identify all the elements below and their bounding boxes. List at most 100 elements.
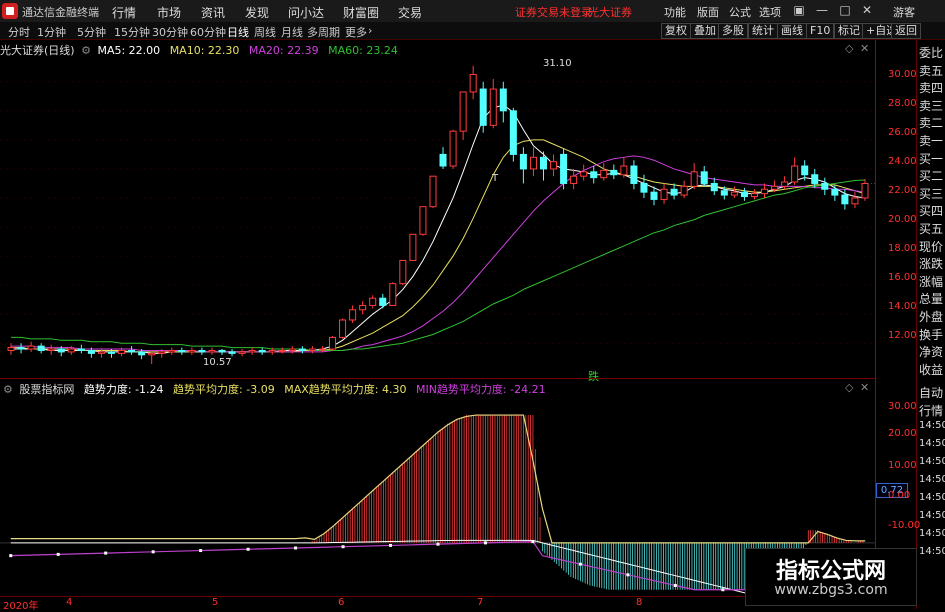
min-trend-dot — [151, 550, 155, 554]
settings-icon[interactable]: ⚙ — [3, 383, 13, 396]
x-label-apr: 4 — [66, 597, 73, 608]
tab-30min[interactable]: 30分钟 — [152, 24, 188, 40]
menu-item-wealth[interactable]: 财富圈 — [343, 4, 379, 21]
candle — [37, 343, 45, 354]
min-trend-dot — [721, 588, 725, 592]
tab-1min[interactable]: 1分钟 — [37, 24, 66, 40]
diamond-icon[interactable]: ◇ — [845, 381, 853, 394]
sidebar-item[interactable]: 收益 — [919, 361, 943, 378]
sidebar-item[interactable]: 买一 — [919, 150, 943, 167]
min-trend-dot — [104, 551, 108, 555]
close-indicator-icon[interactable]: ✕ — [860, 381, 869, 394]
skin-icon[interactable]: ▣ — [792, 3, 806, 17]
broker-name[interactable]: 光大证券 — [588, 4, 632, 20]
sidebar-item[interactable]: 总量 — [919, 290, 943, 307]
menu-item-ask[interactable]: 问小达 — [288, 4, 324, 21]
adjust-button[interactable]: 复权 — [661, 23, 691, 39]
menu-item-quotes[interactable]: 行情 — [112, 4, 136, 21]
menu-item-formula[interactable]: 公式 — [729, 4, 751, 20]
stats-button[interactable]: 统计 — [748, 23, 778, 39]
sidebar-item[interactable]: 外盘 — [919, 308, 943, 325]
minimize-icon[interactable]: — — [815, 3, 829, 17]
ma-line-ma10 — [11, 139, 866, 353]
candle — [630, 160, 638, 190]
high-price-label: 31.10 — [543, 58, 572, 69]
tab-daily[interactable]: 日线 — [227, 24, 249, 40]
sidebar-item[interactable]: 卖四 — [919, 79, 943, 96]
sidebar-item[interactable]: 卖二 — [919, 114, 943, 131]
guest-label[interactable]: 游客 — [893, 4, 915, 20]
price-tick: 12.00 — [888, 330, 917, 341]
min-trend-dot — [341, 545, 345, 549]
tab-timeshare[interactable]: 分时 — [8, 24, 30, 40]
sidebar-item[interactable]: 卖五 — [919, 62, 943, 79]
tab-5min[interactable]: 5分钟 — [77, 24, 106, 40]
sidebar-item[interactable]: 卖三 — [919, 97, 943, 114]
f10-button[interactable]: F10 — [806, 23, 835, 39]
sidebar-item[interactable]: 买四 — [919, 202, 943, 219]
candle — [580, 164, 588, 181]
menu-item-layout[interactable]: 版面 — [697, 4, 719, 20]
tab-more[interactable]: 更多 — [345, 24, 367, 40]
indicator-chart[interactable] — [0, 396, 875, 596]
candle — [519, 147, 527, 184]
login-notice[interactable]: 证券交易未登录 — [515, 4, 592, 20]
sidebar-item[interactable]: 现价 — [919, 238, 943, 255]
candle — [409, 233, 417, 261]
trend-avg-label: 趋势平均力度: -3.09 — [173, 383, 275, 396]
menu-item-trade[interactable]: 交易 — [398, 4, 422, 21]
sidebar-item[interactable]: 买五 — [919, 220, 943, 237]
sidebar-trade-item[interactable]: 14:50 — [919, 438, 945, 449]
candle — [349, 305, 357, 323]
tab-15min[interactable]: 15分钟 — [114, 24, 150, 40]
menu-item-news[interactable]: 资讯 — [201, 4, 225, 21]
menu-item-options[interactable]: 选项 — [759, 4, 781, 20]
min-trend-dot — [673, 583, 677, 587]
candle — [17, 343, 25, 354]
sidebar-item[interactable]: 买三 — [919, 185, 943, 202]
sidebar-trade-item[interactable]: 14:50 — [919, 420, 945, 431]
sidebar-item[interactable]: 涨跌 — [919, 255, 943, 272]
sidebar-trade-item[interactable]: 14:50 — [919, 474, 945, 485]
tab-weekly[interactable]: 周线 — [254, 24, 276, 40]
candle — [168, 347, 176, 355]
sidebar-item[interactable]: 涨幅 — [919, 273, 943, 290]
candle — [479, 81, 487, 133]
x-label-jul: 7 — [477, 597, 484, 608]
sidebar-trade-item[interactable]: 行情 — [919, 402, 943, 419]
indicator-info: ⚙ 股票指标网 趋势力度: -1.24 趋势平均力度: -3.09 MAX趋势平… — [0, 381, 546, 396]
sidebar-trade-item[interactable]: 14:50 — [919, 510, 945, 521]
menu-item-function[interactable]: 功能 — [664, 4, 686, 20]
sidebar-trade-item[interactable]: 14:50 — [919, 546, 945, 557]
menu-item-discover[interactable]: 发现 — [245, 4, 269, 21]
mark-button[interactable]: 标记 — [834, 23, 864, 39]
sidebar-trade-item[interactable]: 14:50 — [919, 528, 945, 539]
sidebar-item[interactable]: 委比 — [919, 44, 943, 61]
sidebar-trade-item[interactable]: 14:50 — [919, 492, 945, 503]
chevron-right-icon[interactable]: › — [368, 24, 372, 37]
close-icon[interactable]: ✕ — [860, 3, 874, 17]
tab-multi-period[interactable]: 多周期 — [307, 24, 340, 40]
draw-button[interactable]: 画线 — [777, 23, 807, 39]
candle — [47, 344, 55, 355]
overlay-button[interactable]: 叠加 — [690, 23, 720, 39]
sidebar-item[interactable]: 卖一 — [919, 132, 943, 149]
sidebar-item[interactable]: 买二 — [919, 167, 943, 184]
candle — [258, 347, 266, 355]
candle — [660, 183, 668, 204]
candle — [379, 293, 387, 309]
price-chart[interactable] — [0, 40, 875, 378]
tab-monthly[interactable]: 月线 — [281, 24, 303, 40]
min-trend-dot — [294, 546, 298, 550]
sidebar-trade-item[interactable]: 自动 — [919, 384, 943, 401]
x-label-aug: 8 — [636, 597, 643, 608]
menu-item-market[interactable]: 市场 — [157, 4, 181, 21]
sidebar-item[interactable]: 换手 — [919, 326, 943, 343]
sidebar-item[interactable]: 净资 — [919, 343, 943, 360]
tab-60min[interactable]: 60分钟 — [190, 24, 226, 40]
multi-stock-button[interactable]: 多股 — [718, 23, 748, 39]
sidebar-trade-item[interactable]: 14:50 — [919, 456, 945, 467]
back-button[interactable]: 返回 — [891, 23, 921, 39]
candle — [339, 318, 347, 339]
maximize-icon[interactable]: □ — [838, 3, 852, 17]
